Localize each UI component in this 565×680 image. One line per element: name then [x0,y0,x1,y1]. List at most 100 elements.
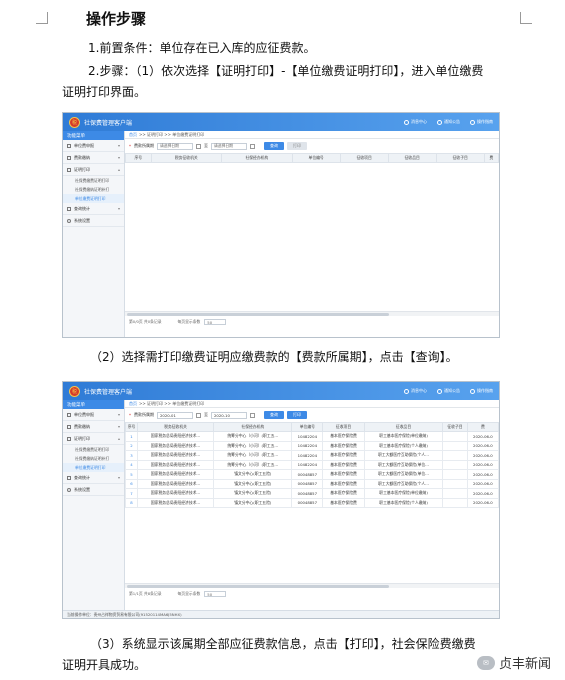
page-size-select[interactable]: 50 [204,591,227,597]
guide-icon [470,119,475,125]
calendar-icon[interactable] [196,412,201,418]
table-cell: 00048857 [291,469,324,480]
notice-link[interactable]: 通知公告 [437,388,460,394]
table-cell: 职工大额医疗互助保险(单位… [363,469,444,480]
print-button[interactable]: 打印 [287,142,307,150]
page-size-select[interactable]: 50 [204,319,227,325]
table-cell: 1 [125,431,138,442]
message-center-link[interactable]: 消息中心 [404,119,427,125]
sidebar: 功能菜单 单位费申报 ▾ 费款缴纳 ▾ 证明打印 ▴ 社保费缴费证明打印 社保费缴纳证… [63,131,125,337]
sidebar-item-payment[interactable]: 费款缴纳 ▾ [63,152,124,164]
table-row[interactable]: 4 国家税务总局贵阳经济技术… 统筹分中心（小河）(职工五… 10482204 基本医疗… [125,459,499,470]
table-cell: 职工大额医疗互助保险(个人… [363,478,444,489]
payment-icon [67,424,71,429]
table-cell: 10482204 [291,440,324,451]
certificate-icon [67,436,71,441]
period-start-input[interactable]: 请选择日期 [157,142,193,150]
sidebar-item-payment[interactable]: 费款缴纳 ▾ [63,421,124,433]
table-cell [442,431,468,442]
period-start-input[interactable]: 2020-01 [157,411,193,419]
table-row[interactable]: 2 国家税务总局贵阳经济技术… 统筹分中心（小河）(职工五… 10482204 基本医疗… [125,440,499,451]
table-cell: 国家税务总局贵阳经济技术… [136,450,215,461]
chevron-down-icon: ▾ [117,475,120,480]
app-header: 税 社保费管理客户端 消息中心 通知公告 操作指南 [63,382,499,400]
horizontal-scrollbar[interactable] [125,583,499,588]
calendar-icon[interactable] [250,143,255,149]
table-row[interactable]: 8 国家税务总局贵阳经济技术… 镇文分中心(职工五险) 00048857 基本医疗保险费… [125,497,499,508]
main-area: 首页 >> 证明打印 >> 单位缴费证明打印 * 费款所属期 请选择日期 至 请… [125,131,499,337]
table-cell: 统筹分中心（小河）(职工五… [213,450,293,461]
notice-icon [437,388,442,394]
query-icon [67,206,71,211]
main-area: 首页 >> 证明打印 >> 单位缴费证明打印 * 费款所属期 2020-01 至… [125,400,499,618]
certificate-icon [67,167,71,172]
table-cell: 基本医疗保险费 [322,488,365,499]
screenshot-1: 税 社保费管理客户端 消息中心 通知公告 操作指南 功能菜单 单位费申报 ▾ 费款… [62,112,500,338]
chevron-down-icon: ▾ [117,155,120,160]
notice-link[interactable]: 通知公告 [437,119,460,125]
chevron-up-icon: ▴ [117,167,120,172]
submenu-item-unit-certificate[interactable]: 单位缴费证明打印 [63,463,124,472]
guide-link[interactable]: 操作指南 [470,388,493,394]
table-cell: 00048857 [291,488,324,499]
sidebar-item-certificate[interactable]: 证明打印 ▴ [63,433,124,445]
print-button[interactable]: 打印 [287,411,307,419]
app-header: 税 社保费管理客户端 消息中心 通知公告 操作指南 [63,113,499,131]
table-cell [442,450,468,461]
table-cell: 6 [125,478,138,489]
table-row[interactable]: 6 国家税务总局贵阳经济技术… 镇文分中心(职工五险) 00048857 基本医疗保险费… [125,478,499,489]
table-row[interactable]: 7 国家税务总局贵阳经济技术… 镇文分中心(职工五险) 00048857 基本医疗保险费… [125,488,499,499]
table-cell: 2020-06-0 [466,459,499,470]
sidebar-home[interactable]: 功能菜单 [63,131,124,140]
message-center-link[interactable]: 消息中心 [404,388,427,394]
table-cell: 职工大额医疗互助保险(个人… [363,450,444,461]
period-end-input[interactable]: 请选择日期 [211,142,247,150]
horizontal-scrollbar[interactable] [125,311,499,316]
table-cell [442,459,468,470]
sidebar-item-declare[interactable]: 单位费申报 ▾ [63,409,124,421]
table-cell: 国家税务总局贵阳经济技术… [136,488,215,499]
submenu-item-1[interactable]: 社保费缴费证明打印 [63,445,124,454]
table-cell: 2020-06-0 [466,431,499,442]
breadcrumb: 首页 >> 证明打印 >> 单位缴费证明打印 [125,131,499,139]
table-cell: 2 [125,440,138,451]
submenu-item-2[interactable]: 社保费缴纳证明补打 [63,454,124,463]
breadcrumb-home[interactable]: 首页 [129,132,137,138]
query-button[interactable]: 查询 [264,142,284,150]
table-row[interactable]: 1 国家税务总局贵阳经济技术… 统筹分中心（小河）(职工五… 10482204 基本医疗… [125,431,499,442]
table-cell: 3 [125,450,138,461]
sidebar-item-query[interactable]: 查询统计 ▾ [63,203,124,215]
guide-link[interactable]: 操作指南 [470,119,493,125]
app-title: 社保费管理客户端 [84,119,133,127]
watermark-text: 贞丰新闻 [498,657,551,672]
table-cell: 统筹分中心（小河）(职工五… [213,459,293,470]
sidebar-item-declare[interactable]: 单位费申报 ▾ [63,140,124,152]
table-cell: 国家税务总局贵阳经济技术… [136,459,215,470]
table-row[interactable]: 5 国家税务总局贵阳经济技术… 镇文分中心(职工五险) 00048857 基本医疗保险费… [125,469,499,480]
table-cell: 7 [125,488,138,499]
chevron-down-icon: ▾ [117,424,120,429]
table-row[interactable]: 3 国家税务总局贵阳经济技术… 统筹分中心（小河）(职工五… 10482204 基本医疗… [125,450,499,461]
sidebar: 功能菜单 单位费申报 ▾ 费款缴纳 ▾ 证明打印 ▴ 社保费缴费证明打印 社保费缴纳证… [63,400,125,618]
table-cell: 职工大额医疗互助保险(单位… [363,459,444,470]
calendar-icon[interactable] [196,143,201,149]
sidebar-item-settings[interactable]: 系统设置 [63,215,124,227]
calendar-icon[interactable] [250,412,255,418]
period-end-input[interactable]: 2020-10 [211,411,247,419]
sidebar-item-settings[interactable]: 系统设置 [63,484,124,496]
table-cell: 职工基本医疗保险(单位缴纳) [363,431,444,442]
table-cell: 职工基本医疗保险(单位缴纳) [363,488,444,499]
submenu-item-unit-certificate[interactable]: 单位缴费证明打印 [63,194,124,203]
table-header: 序号 税务征收机关 社保经办机构 单位编号 征收项目 征收品目 征收子目 费 [125,422,499,432]
declare-icon [67,143,71,148]
corner-mark-top-left [36,12,48,24]
sidebar-item-certificate[interactable]: 证明打印 ▴ [63,164,124,176]
breadcrumb-home[interactable]: 首页 [129,401,137,407]
submenu-item-2[interactable]: 社保费缴纳证明补打 [63,185,124,194]
breadcrumb: 首页 >> 证明打印 >> 单位缴费证明打印 [125,400,499,408]
submenu-item-1[interactable]: 社保费缴费证明打印 [63,176,124,185]
query-button[interactable]: 查询 [264,411,284,419]
table-header: 序号 税务征收机关 社保经办机构 单位编号 征收项目 征收品目 征收子目 费 [125,153,499,163]
sidebar-item-query[interactable]: 查询统计 ▾ [63,472,124,484]
sidebar-home[interactable]: 功能菜单 [63,400,124,409]
